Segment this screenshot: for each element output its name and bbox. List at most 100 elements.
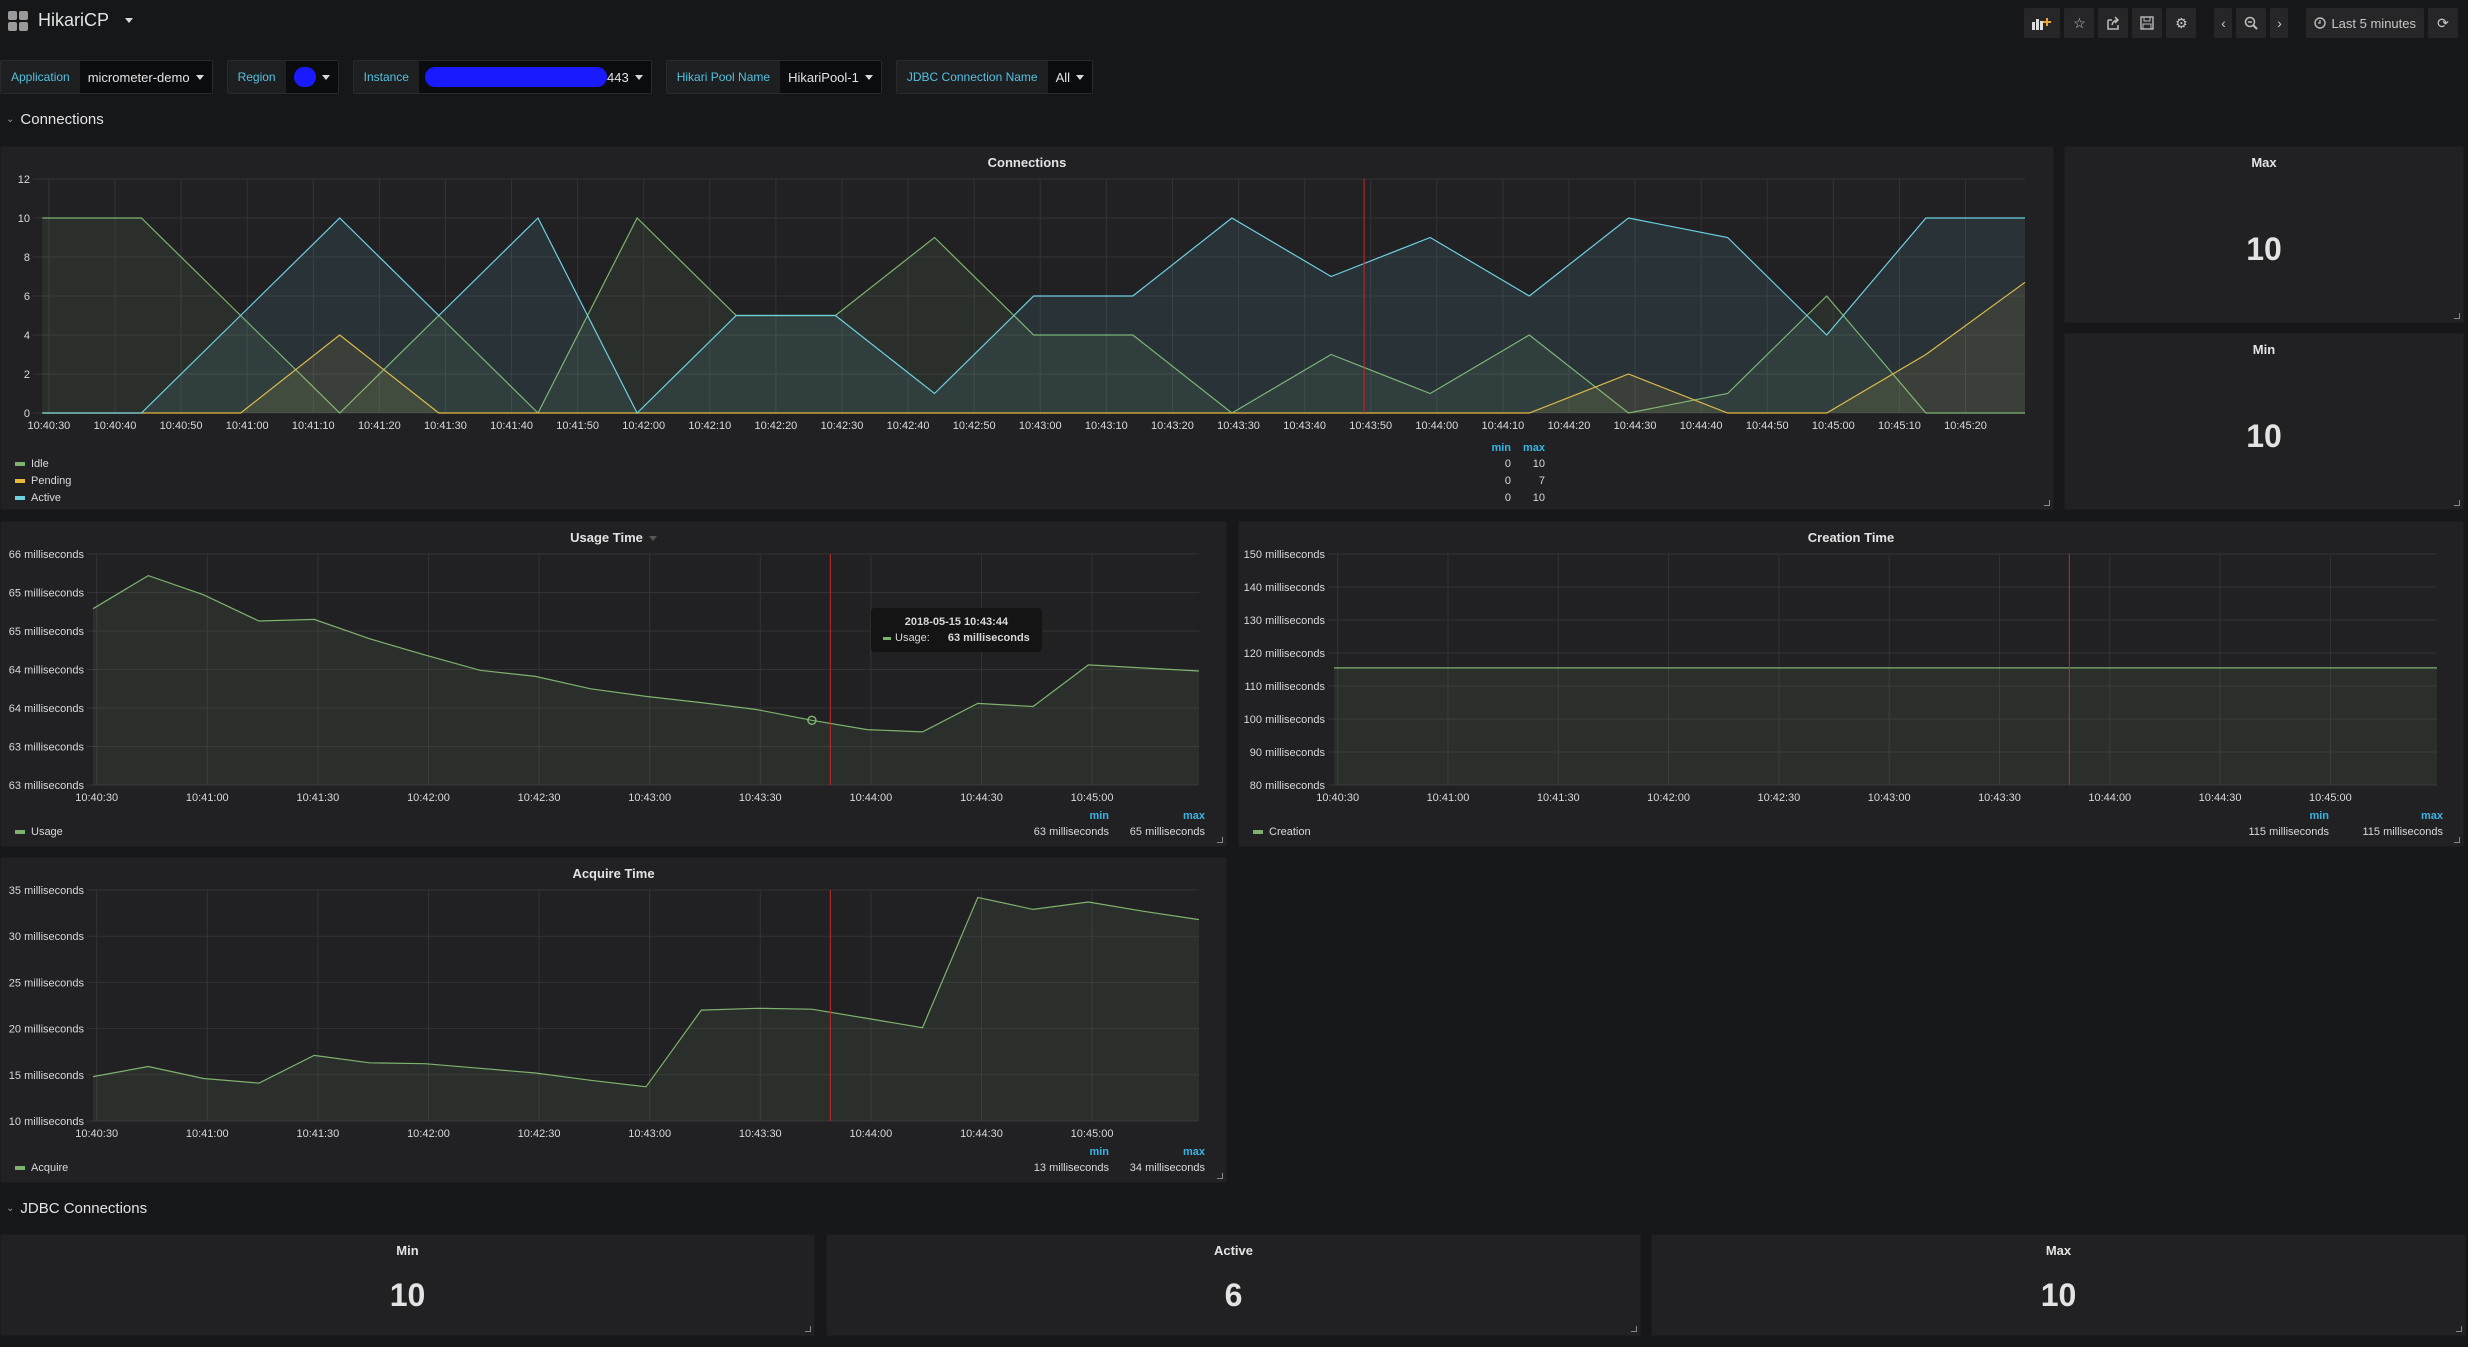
panel-title[interactable]: Min xyxy=(2065,342,2463,357)
resize-handle[interactable] xyxy=(1217,1173,1223,1179)
gear-icon: ⚙ xyxy=(2175,14,2188,31)
legend-swatch xyxy=(15,1166,25,1170)
acquire-time-chart[interactable]: 10 milliseconds 15 milliseconds 20 millise… xyxy=(1,858,1228,1148)
legend-header-min[interactable]: min xyxy=(2239,810,2329,822)
variable-application: Application micrometer-demo xyxy=(0,60,213,94)
legend-swatch xyxy=(1253,830,1263,834)
resize-handle[interactable] xyxy=(805,1326,811,1332)
tooltip-time: 2018-05-15 10:43:44 xyxy=(904,616,1009,628)
legend-item-idle[interactable]: Idle xyxy=(15,458,49,470)
save-button[interactable] xyxy=(2132,8,2163,38)
panel-title[interactable]: Min xyxy=(1,1243,814,1258)
creation-time-chart[interactable]: 80 milliseconds 90 milliseconds 100 millis… xyxy=(1239,522,2465,812)
x-tick-label: 10:42:00 xyxy=(407,792,450,804)
variable-value: All xyxy=(1055,69,1071,85)
connections-chart[interactable]: 0 2 4 6 8 10 12 10:40:30 10:40:40 10:40:50 10:41:0… xyxy=(1,147,2055,447)
variable-select[interactable] xyxy=(285,61,338,93)
dashboard-picker[interactable]: HikariCP xyxy=(8,10,134,31)
legend-header-max[interactable]: max xyxy=(2339,810,2443,822)
refresh-button[interactable]: ⟳ xyxy=(2428,8,2458,38)
row-title: Connections xyxy=(20,111,104,128)
legend-header-min[interactable]: min xyxy=(1001,810,1109,822)
jdbc-active-stat-panel: Active 6 xyxy=(826,1234,1641,1336)
x-tick-label: 10:41:00 xyxy=(226,420,269,432)
legend-header-min[interactable]: min xyxy=(1479,442,1511,454)
jdbc-max-stat-panel: Max 10 xyxy=(1651,1234,2466,1336)
time-forward-button[interactable]: › xyxy=(2270,8,2289,38)
legend-max: 65 milliseconds xyxy=(1129,826,1205,838)
resize-handle[interactable] xyxy=(2456,1326,2462,1332)
legend-min: 0 xyxy=(1504,475,1511,487)
legend-max: 10 xyxy=(1532,492,1545,504)
clock-icon xyxy=(2314,17,2327,29)
variable-select[interactable]: All xyxy=(1047,61,1093,93)
y-tick-label: 100 milliseconds xyxy=(1244,714,1326,726)
legend-header-max[interactable]: max xyxy=(1513,442,1545,454)
legend-header-min[interactable]: min xyxy=(1001,1146,1109,1158)
resize-handle[interactable] xyxy=(2044,500,2050,506)
legend-item-creation[interactable]: Creation xyxy=(1253,826,1311,838)
x-tick-label: 10:41:00 xyxy=(186,1128,229,1140)
row-connections[interactable]: ⌄ Connections xyxy=(6,111,104,128)
panel-title[interactable]: Max xyxy=(2065,155,2463,170)
legend-item-acquire[interactable]: Acquire xyxy=(15,1162,68,1174)
legend-label: Acquire xyxy=(31,1162,69,1174)
resize-handle[interactable] xyxy=(1631,1326,1637,1332)
panel-title[interactable]: Max xyxy=(1652,1243,2465,1258)
y-tick-label: 63 milliseconds xyxy=(9,742,85,754)
variable-select[interactable]: HikariPool-1 xyxy=(780,61,881,93)
variable-select[interactable]: 443 xyxy=(418,61,651,93)
legend-header-max[interactable]: max xyxy=(1101,1146,1205,1158)
variable-label: Region xyxy=(227,61,286,93)
x-tick-label: 10:41:40 xyxy=(490,420,533,432)
x-tick-label: 10:41:00 xyxy=(1427,792,1470,804)
zoom-out-button[interactable] xyxy=(2236,8,2267,38)
x-tick-label: 10:44:20 xyxy=(1548,420,1591,432)
legend-label: Idle xyxy=(31,458,49,470)
y-tick-label: 110 milliseconds xyxy=(1244,681,1325,693)
y-tick-label: 120 milliseconds xyxy=(1244,648,1326,660)
x-tick-label: 10:43:00 xyxy=(1019,420,1062,432)
legend-max: 115 milliseconds xyxy=(2362,826,2443,838)
series-area-active xyxy=(42,218,2025,413)
row-jdbc-connections[interactable]: ⌄ JDBC Connections xyxy=(6,1200,147,1217)
legend-min: 0 xyxy=(1504,492,1511,504)
usage-time-chart[interactable]: 63 milliseconds 63 milliseconds 64 millise… xyxy=(1,522,1228,812)
variable-jdbc-connection-name: JDBC Connection Name All xyxy=(895,60,1094,94)
x-tick-label: 10:41:20 xyxy=(358,420,401,432)
x-tick-label: 10:45:10 xyxy=(1878,420,1921,432)
legend-min: 13 milliseconds xyxy=(1033,1162,1109,1174)
y-tick-label: 30 milliseconds xyxy=(9,931,85,943)
variable-label: Hikari Pool Name xyxy=(666,61,781,93)
series-area-creation xyxy=(1334,667,2437,785)
legend-item-pending[interactable]: Pending xyxy=(15,475,71,487)
panel-title[interactable]: Active xyxy=(827,1243,1640,1258)
dashboard-title[interactable]: HikariCP xyxy=(38,10,109,31)
legend-item-active[interactable]: Active xyxy=(15,492,61,504)
x-tick-label: 10:44:00 xyxy=(2088,792,2131,804)
resize-handle[interactable] xyxy=(2454,500,2460,506)
time-range-label: Last 5 minutes xyxy=(2331,15,2416,31)
x-tick-label: 10:42:10 xyxy=(688,420,731,432)
y-tick-label: 0 xyxy=(24,408,30,420)
share-button[interactable] xyxy=(2098,8,2129,38)
variable-select[interactable]: micrometer-demo xyxy=(79,61,212,93)
y-tick-label: 20 milliseconds xyxy=(9,1024,85,1036)
star-button[interactable]: ☆ xyxy=(2064,8,2095,38)
x-tick-label: 10:43:00 xyxy=(628,792,671,804)
add-panel-button[interactable] xyxy=(2024,8,2061,38)
stat-value: 10 xyxy=(2246,231,2282,267)
resize-handle[interactable] xyxy=(2454,837,2460,843)
legend-header-max[interactable]: max xyxy=(1101,810,1205,822)
x-tick-label: 10:43:30 xyxy=(739,792,782,804)
y-tick-label: 130 milliseconds xyxy=(1244,615,1326,627)
redacted-value xyxy=(424,67,607,87)
legend-item-usage[interactable]: Usage xyxy=(15,826,63,838)
max-stat-panel: Max 10 xyxy=(2064,146,2464,323)
time-back-button[interactable]: ‹ xyxy=(2214,8,2233,38)
resize-handle[interactable] xyxy=(1217,837,1223,843)
settings-button[interactable]: ⚙ xyxy=(2166,8,2197,38)
time-picker-button[interactable]: Last 5 minutes xyxy=(2306,8,2424,38)
x-tick-label: 10:42:00 xyxy=(1647,792,1690,804)
resize-handle[interactable] xyxy=(2454,313,2460,319)
